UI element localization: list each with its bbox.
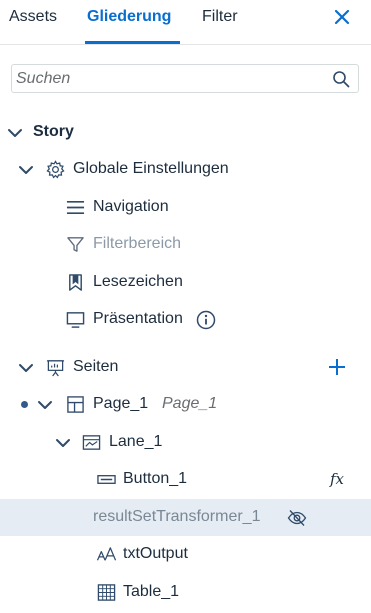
tree-item-label: resultSetTransformer_1 bbox=[93, 508, 261, 525]
hidden-eye-icon[interactable] bbox=[287, 508, 307, 528]
tab-bar: Assets Gliederung Filter bbox=[0, 0, 371, 45]
layout-grid-icon bbox=[66, 395, 85, 414]
search-icon[interactable] bbox=[332, 70, 350, 88]
filter-icon bbox=[66, 235, 85, 254]
gear-icon bbox=[46, 160, 65, 179]
active-tab-indicator bbox=[85, 41, 180, 44]
add-page-button[interactable] bbox=[328, 358, 346, 376]
search-input[interactable] bbox=[12, 65, 326, 92]
tree-item-global-settings[interactable]: Globale Einstellungen bbox=[0, 151, 371, 188]
button-widget-icon bbox=[97, 470, 116, 489]
tab-assets[interactable]: Assets bbox=[9, 8, 57, 26]
active-page-indicator bbox=[21, 401, 28, 408]
tree-item-label: Seiten bbox=[73, 358, 119, 375]
text-widget-icon bbox=[96, 545, 117, 564]
tree-item-label: Button_1 bbox=[123, 470, 188, 487]
search-box bbox=[11, 64, 359, 93]
tree-item-label: Präsentation bbox=[93, 310, 183, 327]
close-icon[interactable] bbox=[333, 8, 351, 26]
menu-icon bbox=[66, 198, 85, 217]
tree-item-label: Table_1 bbox=[123, 583, 180, 600]
tree-item-button-1[interactable]: Button_1 fx bbox=[0, 461, 371, 498]
tree-item-label: Story bbox=[33, 123, 74, 140]
tree-item-subtitle: Page_1 bbox=[162, 395, 218, 412]
tree-item-label: Globale Einstellungen bbox=[73, 160, 229, 177]
monitor-icon bbox=[66, 310, 85, 329]
tree-item-page-1[interactable]: Page_1 Page_1 bbox=[0, 386, 371, 423]
tree-item-table-1[interactable]: Table_1 bbox=[0, 574, 371, 611]
presentation-board-icon bbox=[46, 358, 65, 377]
tree-item-label: Navigation bbox=[93, 198, 169, 215]
tree-item-txt-output[interactable]: txtOutput bbox=[0, 536, 371, 573]
tree-item-label: Page_1 bbox=[93, 395, 149, 412]
tab-filter[interactable]: Filter bbox=[202, 8, 238, 26]
bookmark-icon bbox=[66, 273, 85, 292]
tree-item-story[interactable]: Story bbox=[0, 114, 371, 151]
tree-item-presentation[interactable]: Präsentation bbox=[0, 301, 371, 338]
table-icon bbox=[97, 583, 116, 602]
tree-item-label: txtOutput bbox=[123, 545, 188, 562]
tab-gliederung[interactable]: Gliederung bbox=[87, 8, 171, 26]
tree-item-label: Lane_1 bbox=[109, 433, 163, 450]
lane-icon bbox=[82, 433, 101, 452]
info-icon[interactable] bbox=[196, 310, 216, 330]
script-badge[interactable]: fx bbox=[330, 470, 344, 488]
tree-item-result-set-transformer[interactable]: resultSetTransformer_1 bbox=[0, 499, 371, 536]
tree-item-navigation[interactable]: Navigation bbox=[0, 189, 371, 226]
chevron-down-icon[interactable] bbox=[7, 125, 23, 141]
chevron-down-icon[interactable] bbox=[18, 360, 34, 376]
chevron-down-icon[interactable] bbox=[18, 162, 34, 178]
tree-item-bookmarks[interactable]: Lesezeichen bbox=[0, 264, 371, 301]
chevron-down-icon[interactable] bbox=[37, 397, 53, 413]
tree-item-label: Filterbereich bbox=[93, 235, 182, 252]
tree-item-label: Lesezeichen bbox=[93, 273, 183, 290]
tree-item-pages[interactable]: Seiten bbox=[0, 349, 371, 386]
chevron-down-icon[interactable] bbox=[55, 435, 71, 451]
tree-item-lane-1[interactable]: Lane_1 bbox=[0, 424, 371, 461]
tree-item-filter-area[interactable]: Filterbereich bbox=[0, 226, 371, 263]
